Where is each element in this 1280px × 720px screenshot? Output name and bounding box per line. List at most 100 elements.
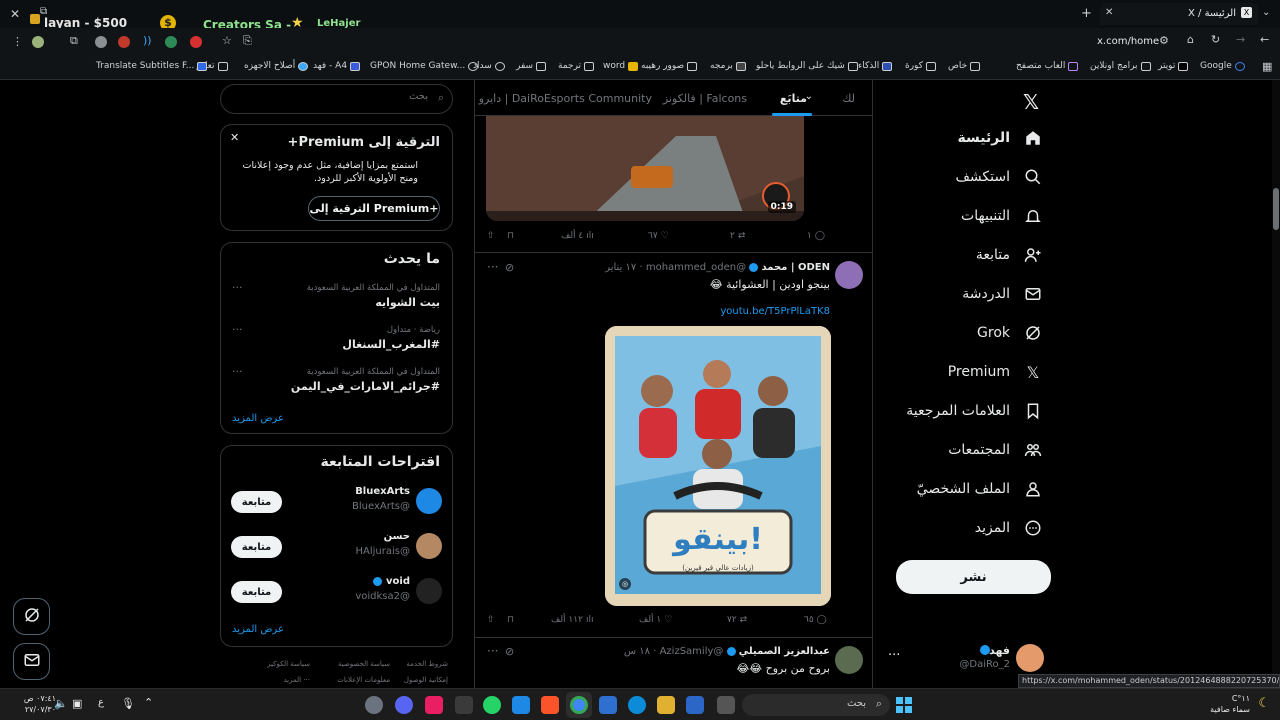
share-tweet-button[interactable]: ⇧ xyxy=(487,615,495,625)
avatar[interactable] xyxy=(835,646,863,674)
nav-messages[interactable]: الدردشة xyxy=(962,285,1042,303)
bookmark-star-icon[interactable]: ☆ xyxy=(222,34,232,47)
bookmark-subtitles[interactable]: Translate Subtitles F... xyxy=(96,61,208,71)
follow-show-more[interactable]: عرض المزيد xyxy=(232,624,284,635)
x-logo-icon[interactable]: 𝕏 xyxy=(1023,90,1039,114)
bookmark-folder-5[interactable]: الذكاء xyxy=(858,61,893,71)
url-text[interactable]: x.com/home xyxy=(1097,36,1159,47)
tab-dairo[interactable]: دايرو | DaiRo xyxy=(479,92,544,105)
footer-cookies[interactable]: سياسة الكوكيز xyxy=(267,660,310,668)
reload-icon[interactable]: ↻ xyxy=(1211,33,1220,46)
scrollbar-thumb[interactable] xyxy=(1273,188,1279,230)
premium-upgrade-button[interactable]: الترقية إلى Premium+ xyxy=(308,196,440,221)
tab-following[interactable]: متابَع xyxy=(780,92,807,105)
account-more-icon[interactable]: ··· xyxy=(888,648,900,663)
tab-for-you[interactable]: لك xyxy=(842,92,855,105)
reply-button[interactable]: ١ ◯ xyxy=(807,231,825,241)
tweet-author-name[interactable]: عبدالعزيز الصميلي xyxy=(739,646,830,657)
chevron-up-icon[interactable]: ⌃ xyxy=(144,696,153,709)
extension-icon-4[interactable] xyxy=(118,36,130,48)
nav-bookmarks[interactable]: العلامات المرجعية xyxy=(906,402,1042,420)
trend-item[interactable]: المتداول في المملكة العربية السعودية #جر… xyxy=(221,365,452,405)
views-button[interactable]: ١١٢ ألف ılı xyxy=(551,615,593,625)
footer-privacy[interactable]: سياسة الخصوصية xyxy=(338,660,390,668)
tweet-link[interactable]: youtu.be/T5PrPlLaTK8 xyxy=(720,306,830,317)
trend-item[interactable]: رياضة · متداول #المغرب_السنغال ··· xyxy=(221,323,452,363)
share-icon[interactable]: ⎘ xyxy=(243,34,252,48)
trend-more-icon[interactable]: ··· xyxy=(232,365,243,378)
chrome-app-icon[interactable] xyxy=(570,696,588,714)
views-button[interactable]: ٤ ألف ılı xyxy=(561,231,594,241)
tweet-time[interactable]: ١٨ س xyxy=(624,646,650,657)
bookmark-word[interactable]: word xyxy=(603,61,639,71)
follow-suggestion[interactable]: حسن @HAljurais متابعة xyxy=(221,527,452,567)
tweet-more-icon[interactable]: ··· xyxy=(487,644,498,658)
extension-icon-6[interactable] xyxy=(165,36,177,48)
clock[interactable]: ٠٧:٤١ ص ٢٧/٠٧/٣٠ xyxy=(12,693,56,715)
microphone-icon[interactable]: 🎙 xyxy=(121,697,135,710)
tweet-more-icon[interactable]: ··· xyxy=(487,260,498,274)
footer-terms[interactable]: شروط الخدمة xyxy=(406,660,448,668)
bookmark-folder-8[interactable]: صوور رهيبه xyxy=(641,61,698,71)
store-app-icon[interactable] xyxy=(599,696,617,714)
follow-button[interactable]: متابعة xyxy=(231,491,282,513)
chevron-down-icon[interactable]: ⌄ xyxy=(805,91,813,102)
search-box[interactable]: ⌕ xyxy=(220,84,453,114)
app-icon-dark[interactable] xyxy=(455,696,473,714)
post-button[interactable]: نشر xyxy=(896,560,1051,594)
network-icon[interactable]: ▣ xyxy=(72,697,82,710)
nav-notifications[interactable]: التنبيهات xyxy=(961,207,1042,225)
app-icon-blue[interactable] xyxy=(686,696,704,714)
footer-ads[interactable]: معلومات الإعلانات xyxy=(337,676,390,684)
language-indicator[interactable]: ع xyxy=(98,697,104,708)
bookmark-folder-1[interactable]: برامج اونلاين xyxy=(1090,61,1151,71)
mail-app-icon[interactable] xyxy=(512,696,530,714)
edge-app-icon[interactable] xyxy=(628,696,646,714)
taskbar-search[interactable]: بحث ⌕ xyxy=(742,694,890,716)
bookmark-translate[interactable]: ترجمة xyxy=(558,61,595,71)
tweet-author-name[interactable]: ODEN | محمد xyxy=(761,262,830,273)
tab-esports-community[interactable]: Esports Community xyxy=(544,92,652,105)
bookmark-apps-icon[interactable]: ▦ xyxy=(1262,60,1272,73)
windows-start-icon[interactable] xyxy=(896,697,912,713)
follow-button[interactable]: متابعة xyxy=(231,536,282,558)
trend-item[interactable]: المتداول في المملكة العربية السعودية بيت… xyxy=(221,281,452,321)
weather-widget[interactable]: ١١°C سماء صافية xyxy=(1210,693,1250,715)
nav-communities[interactable]: المجتمعات xyxy=(948,441,1042,459)
app-icon-pink[interactable] xyxy=(425,696,443,714)
scrollbar[interactable] xyxy=(1272,80,1280,688)
reply-button[interactable]: ٦٥ ◯ xyxy=(804,615,827,625)
tweet-video[interactable]: 0:19 xyxy=(486,116,804,221)
brave-app-icon[interactable] xyxy=(541,696,559,714)
bookmark-gpon[interactable]: GPON Home Gatew... xyxy=(370,61,479,71)
like-button[interactable]: ٦٧ ♡ xyxy=(648,231,669,241)
menu-dots-icon[interactable]: ⋮ xyxy=(12,35,23,48)
bookmark-tweet-button[interactable]: ⊓ xyxy=(507,615,514,625)
grok-float-button[interactable] xyxy=(13,598,50,635)
bookmark-repair[interactable]: أصلاح الاجهزه xyxy=(244,61,309,71)
like-button[interactable]: ١ ألف ♡ xyxy=(639,615,672,625)
alt-badge-icon[interactable]: ◎ xyxy=(619,578,631,590)
forward-icon[interactable]: → xyxy=(1236,33,1245,46)
follow-suggestion[interactable]: BluexArts @BluexArts متابعة xyxy=(221,482,452,522)
whatsapp-app-icon[interactable] xyxy=(483,696,501,714)
follow-suggestion[interactable]: void @voidksa2 متابعة xyxy=(221,572,452,612)
grok-icon[interactable]: ⊘ xyxy=(505,645,514,658)
nav-premium[interactable]: Premium 𝕏 xyxy=(948,363,1042,382)
close-window-icon[interactable]: ✕ xyxy=(10,7,20,21)
follow-button[interactable]: متابعة xyxy=(231,581,282,603)
tab-search-icon[interactable]: ⌄ xyxy=(1262,7,1270,18)
back-icon[interactable]: ← xyxy=(1260,33,1269,46)
nav-follow[interactable]: متابعة xyxy=(976,246,1042,264)
trend-more-icon[interactable]: ··· xyxy=(232,281,243,294)
bookmark-travel[interactable]: سفر xyxy=(516,61,547,71)
settings-app-icon[interactable] xyxy=(365,696,383,714)
extension-icon-1[interactable] xyxy=(32,36,44,48)
bookmark-folder-6[interactable]: شيك على الروابط ياحلو xyxy=(756,61,858,71)
retweet-button[interactable]: ٧٢ ⇄ xyxy=(727,615,747,625)
extension-icon-2[interactable]: ⧉ xyxy=(70,34,78,48)
nav-more[interactable]: المزيد xyxy=(975,519,1042,537)
extension-icon-3[interactable] xyxy=(95,36,107,48)
task-view-icon[interactable] xyxy=(717,696,735,714)
home-button-icon[interactable]: ⌂ xyxy=(1187,33,1194,46)
